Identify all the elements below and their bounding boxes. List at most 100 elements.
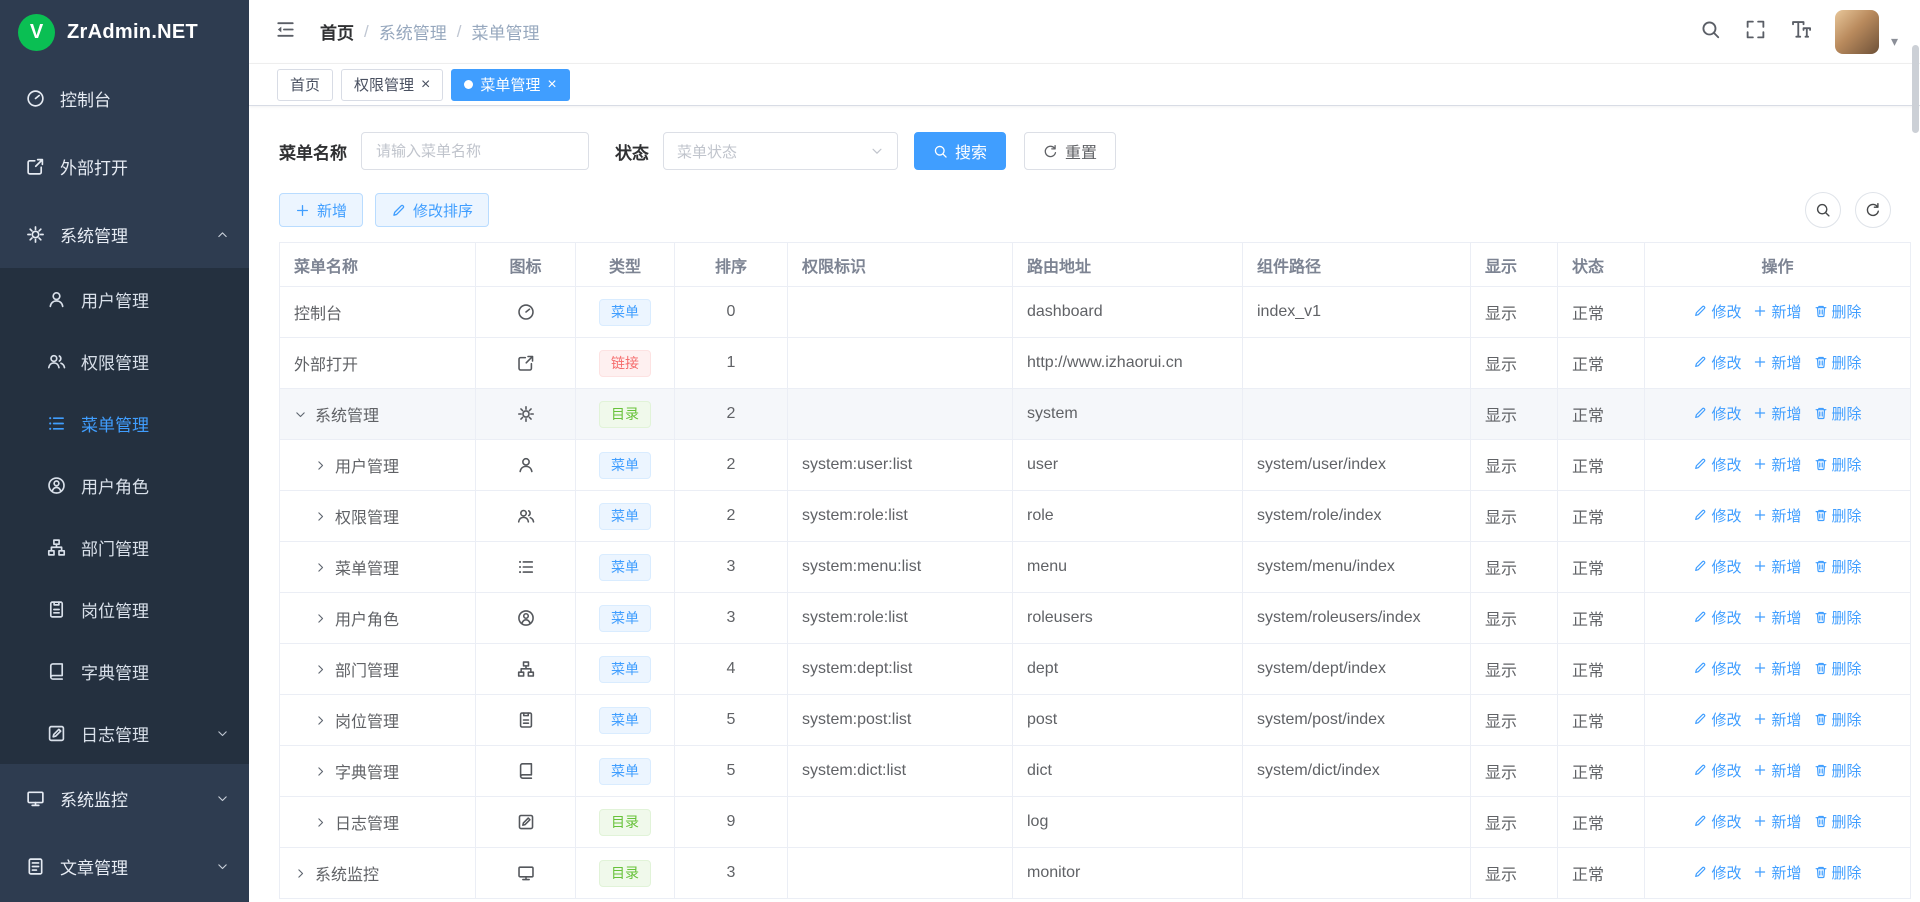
chevron-right-icon[interactable] [314,663,335,676]
table-row[interactable]: 岗位管理菜单5system:post:listpostsystem/post/i… [280,695,1911,746]
delete-link[interactable]: 删除 [1814,607,1862,628]
add-link[interactable]: 新增 [1753,760,1801,781]
chevron-right-icon[interactable] [314,561,335,574]
sidebar-item-article[interactable]: 文章管理 [0,832,249,900]
table-row[interactable]: 系统管理目录2system显示正常修改新增删除 [280,389,1911,440]
edit-link[interactable]: 修改 [1693,709,1741,730]
sidebar-item-user[interactable]: 用户管理 [0,268,249,330]
table-row[interactable]: 用户管理菜单2system:user:listusersystem/user/i… [280,440,1911,491]
add-link[interactable]: 新增 [1753,709,1801,730]
sidebar-item-external[interactable]: 外部打开 [0,132,249,200]
table-row[interactable]: 控制台菜单0dashboardindex_v1显示正常修改新增删除 [280,287,1911,338]
font-size-button[interactable] [1790,19,1811,45]
status-select[interactable]: 菜单状态 [663,132,898,170]
menu-name: 日志管理 [335,816,399,833]
delete-link[interactable]: 删除 [1814,811,1862,832]
delete-link[interactable]: 删除 [1814,505,1862,526]
menu-name-input[interactable] [361,132,589,170]
chevron-right-icon[interactable] [314,612,335,625]
type-tag: 目录 [599,401,651,428]
delete-link[interactable]: 删除 [1814,709,1862,730]
user-role-icon [47,475,67,495]
avatar[interactable] [1835,10,1879,54]
sidebar-item-gear[interactable]: 系统管理 [0,200,249,268]
delete-link[interactable]: 删除 [1814,760,1862,781]
sidebar-item-monitor[interactable]: 系统监控 [0,764,249,832]
toggle-search-button[interactable] [1805,192,1841,228]
delete-link[interactable]: 删除 [1814,862,1862,883]
delete-link[interactable]: 删除 [1814,658,1862,679]
tab-item[interactable]: 首页 [277,69,333,101]
chevron-right-icon[interactable] [314,816,335,829]
sidebar-item-users[interactable]: 权限管理 [0,330,249,392]
add-link[interactable]: 新增 [1753,505,1801,526]
add-link[interactable]: 新增 [1753,454,1801,475]
avatar-caret-icon[interactable]: ▾ [1891,33,1898,54]
edit-link[interactable]: 修改 [1693,811,1741,832]
menu-name: 部门管理 [335,663,399,680]
edit-link[interactable]: 修改 [1693,760,1741,781]
table-row[interactable]: 系统监控目录3monitor显示正常修改新增删除 [280,848,1911,899]
sidebar-item-user-role[interactable]: 用户角色 [0,454,249,516]
table-row[interactable]: 外部打开链接1http://www.izhaorui.cn显示正常修改新增删除 [280,338,1911,389]
search-button[interactable]: 搜索 [914,132,1006,170]
delete-link[interactable]: 删除 [1814,556,1862,577]
delete-link[interactable]: 删除 [1814,301,1862,322]
chevron-down-icon[interactable] [294,408,315,421]
route-cell: menu [1013,542,1243,593]
refresh-table-button[interactable] [1855,192,1891,228]
close-icon[interactable]: × [547,77,556,93]
sidebar-item-dict[interactable]: 字典管理 [0,640,249,702]
add-link[interactable]: 新增 [1753,352,1801,373]
edit-link[interactable]: 修改 [1693,454,1741,475]
chevron-right-icon[interactable] [314,714,335,727]
sidebar-item-dashboard[interactable]: 控制台 [0,64,249,132]
table-row[interactable]: 日志管理目录9log显示正常修改新增删除 [280,797,1911,848]
table-row[interactable]: 用户角色菜单3system:role:listroleuserssystem/r… [280,593,1911,644]
table-row[interactable]: 部门管理菜单4system:dept:listdeptsystem/dept/i… [280,644,1911,695]
edit-link[interactable]: 修改 [1693,658,1741,679]
add-link[interactable]: 新增 [1753,556,1801,577]
delete-link[interactable]: 删除 [1814,403,1862,424]
add-link[interactable]: 新增 [1753,811,1801,832]
edit-link[interactable]: 修改 [1693,505,1741,526]
tab-item[interactable]: 权限管理× [341,69,443,101]
sidebar-item-log[interactable]: 日志管理 [0,702,249,764]
breadcrumb-item[interactable]: 首页 [320,19,354,44]
add-link[interactable]: 新增 [1753,658,1801,679]
sidebar-item-tree[interactable]: 部门管理 [0,516,249,578]
scrollbar-thumb[interactable] [1912,45,1919,133]
table-row[interactable]: 权限管理菜单2system:role:listrolesystem/role/i… [280,491,1911,542]
sidebar-toggle-button[interactable] [275,19,296,45]
add-link[interactable]: 新增 [1753,607,1801,628]
edit-link[interactable]: 修改 [1693,556,1741,577]
chevron-right-icon[interactable] [314,510,335,523]
add-link[interactable]: 新增 [1753,403,1801,424]
chevron-right-icon[interactable] [314,765,335,778]
fullscreen-button[interactable] [1745,19,1766,45]
header-search-button[interactable] [1700,19,1721,45]
reset-button[interactable]: 重置 [1024,132,1116,170]
add-link[interactable]: 新增 [1753,862,1801,883]
edit-link[interactable]: 修改 [1693,352,1741,373]
tab-item[interactable]: 菜单管理× [451,69,569,101]
add-link[interactable]: 新增 [1753,301,1801,322]
edit-link[interactable]: 修改 [1693,301,1741,322]
visible-cell: 显示 [1471,593,1558,644]
delete-link[interactable]: 删除 [1814,454,1862,475]
sidebar-item-list[interactable]: 菜单管理 [0,392,249,454]
edit-link[interactable]: 修改 [1693,607,1741,628]
edit-link[interactable]: 修改 [1693,403,1741,424]
table-row[interactable]: 字典管理菜单5system:dict:listdictsystem/dict/i… [280,746,1911,797]
edit-link[interactable]: 修改 [1693,862,1741,883]
sort-edit-button[interactable]: 修改排序 [375,193,489,227]
add-button[interactable]: 新增 [279,193,363,227]
page-scrollbar[interactable] [1912,0,1919,902]
table-row[interactable]: 菜单管理菜单3system:menu:listmenusystem/menu/i… [280,542,1911,593]
delete-link[interactable]: 删除 [1814,352,1862,373]
sidebar-item-post[interactable]: 岗位管理 [0,578,249,640]
chevron-right-icon[interactable] [294,867,315,880]
chevron-right-icon[interactable] [314,459,335,472]
close-icon[interactable]: × [421,77,430,93]
component-cell: system/dict/index [1243,746,1471,797]
